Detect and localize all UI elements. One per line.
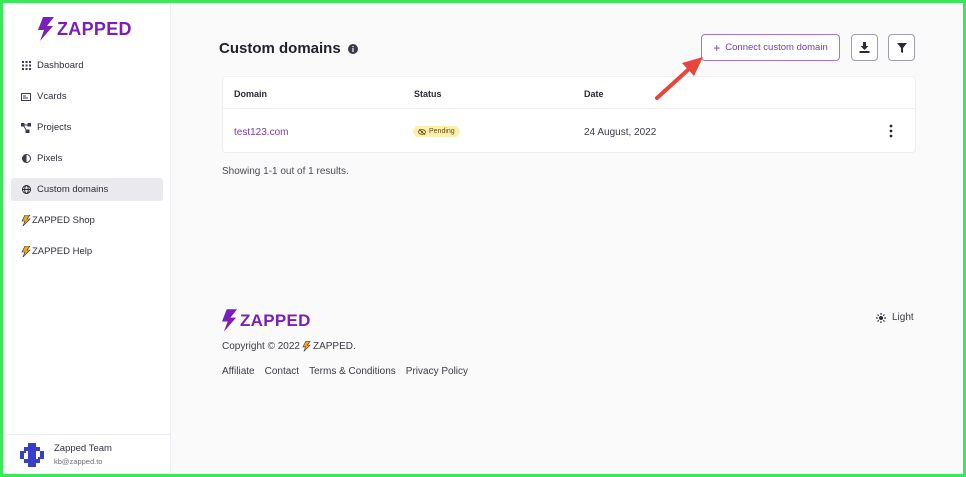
user-profile[interactable]: Zapped Team kb@zapped.to bbox=[3, 434, 171, 474]
more-options-icon[interactable] bbox=[888, 124, 894, 138]
sidebar-item-pixels[interactable]: Pixels bbox=[11, 147, 163, 170]
sidebar-item-label: Projects bbox=[37, 122, 72, 133]
eye-slash-icon bbox=[418, 128, 426, 135]
sidebar-item-zapped-shop[interactable]: ZAPPED Shop bbox=[11, 209, 163, 232]
sidebar-item-dashboard[interactable]: Dashboard bbox=[11, 54, 163, 77]
main-content: Custom domains + Connect custom domain D… bbox=[219, 3, 919, 474]
sidebar-item-vcards[interactable]: Vcards bbox=[11, 85, 163, 108]
plus-icon: + bbox=[713, 40, 721, 55]
download-button[interactable] bbox=[851, 34, 878, 61]
screenshot-frame: ZAPPED Dashboard Vcards Projects Pixels … bbox=[0, 0, 966, 477]
sidebar-item-label: Custom domains bbox=[37, 184, 109, 195]
theme-toggle[interactable]: Light bbox=[876, 312, 914, 323]
connect-custom-domain-button[interactable]: + Connect custom domain bbox=[701, 34, 840, 61]
brand-logo[interactable]: ZAPPED bbox=[38, 16, 132, 42]
half-circle-icon bbox=[21, 154, 31, 164]
theme-label: Light bbox=[892, 312, 914, 323]
globe-icon bbox=[21, 185, 31, 195]
footer-logo[interactable]: ZAPPED bbox=[222, 309, 311, 332]
filter-button[interactable] bbox=[888, 34, 915, 61]
sidebar-item-label: ZAPPED Shop bbox=[32, 215, 95, 226]
sidebar-item-label: Vcards bbox=[37, 91, 67, 102]
sidebar: ZAPPED Dashboard Vcards Projects Pixels … bbox=[3, 3, 171, 474]
grid-icon bbox=[21, 61, 31, 71]
footer-link-contact[interactable]: Contact bbox=[265, 366, 299, 377]
domains-table: Domain Status Date test123.com Pending 2… bbox=[222, 76, 916, 153]
footer-link-privacy[interactable]: Privacy Policy bbox=[406, 366, 468, 377]
sidebar-nav: Dashboard Vcards Projects Pixels Custom … bbox=[11, 54, 163, 271]
date-cell: 24 August, 2022 bbox=[584, 127, 657, 138]
footer-link-affiliate[interactable]: Affiliate bbox=[222, 366, 255, 377]
avatar bbox=[20, 442, 44, 467]
page-title: Custom domains bbox=[219, 40, 358, 57]
copyright-brand: ZAPPED. bbox=[312, 341, 356, 352]
user-info: Zapped Team kb@zapped.to bbox=[54, 443, 112, 466]
footer-links: Affiliate Contact Terms & Conditions Pri… bbox=[222, 366, 468, 377]
connect-button-label: Connect custom domain bbox=[725, 42, 828, 53]
sidebar-item-projects[interactable]: Projects bbox=[11, 116, 163, 139]
copyright: Copyright © 2022 ZAPPED. bbox=[222, 341, 356, 352]
sidebar-item-label: Pixels bbox=[37, 153, 63, 164]
bolt-logo-icon bbox=[38, 17, 54, 41]
annotation-arrow-icon bbox=[655, 57, 703, 100]
sidebar-item-zapped-help[interactable]: ZAPPED Help bbox=[11, 240, 163, 263]
user-name: Zapped Team bbox=[54, 443, 112, 454]
sun-icon bbox=[876, 312, 886, 323]
bolt-logo-icon bbox=[222, 309, 238, 332]
status-badge-label: Pending bbox=[429, 128, 455, 135]
sidebar-item-label: ZAPPED Help bbox=[32, 246, 93, 257]
column-header-status[interactable]: Status bbox=[414, 89, 442, 99]
filter-icon bbox=[896, 42, 907, 53]
footer-brand-name: ZAPPED bbox=[240, 310, 311, 330]
status-badge: Pending bbox=[413, 126, 460, 137]
id-card-icon bbox=[21, 92, 31, 102]
page-title-text: Custom domains bbox=[219, 40, 341, 57]
sidebar-item-custom-domains[interactable]: Custom domains bbox=[11, 178, 163, 201]
brand-name: ZAPPED bbox=[57, 18, 132, 39]
bolt-icon bbox=[302, 341, 311, 352]
copyright-text: Copyright © 2022 bbox=[222, 341, 300, 352]
header-divider bbox=[223, 108, 915, 109]
results-summary: Showing 1-1 out of 1 results. bbox=[222, 166, 349, 177]
column-header-domain[interactable]: Domain bbox=[234, 89, 267, 99]
bolt-icon bbox=[21, 215, 31, 226]
info-icon[interactable] bbox=[347, 43, 358, 54]
user-email: kb@zapped.to bbox=[54, 457, 103, 466]
domain-link[interactable]: test123.com bbox=[234, 127, 288, 138]
column-header-date[interactable]: Date bbox=[584, 89, 604, 99]
project-nodes-icon bbox=[21, 122, 31, 133]
bolt-icon bbox=[21, 246, 31, 257]
download-icon bbox=[859, 42, 870, 53]
footer-link-terms[interactable]: Terms & Conditions bbox=[309, 366, 396, 377]
sidebar-item-label: Dashboard bbox=[37, 60, 84, 71]
